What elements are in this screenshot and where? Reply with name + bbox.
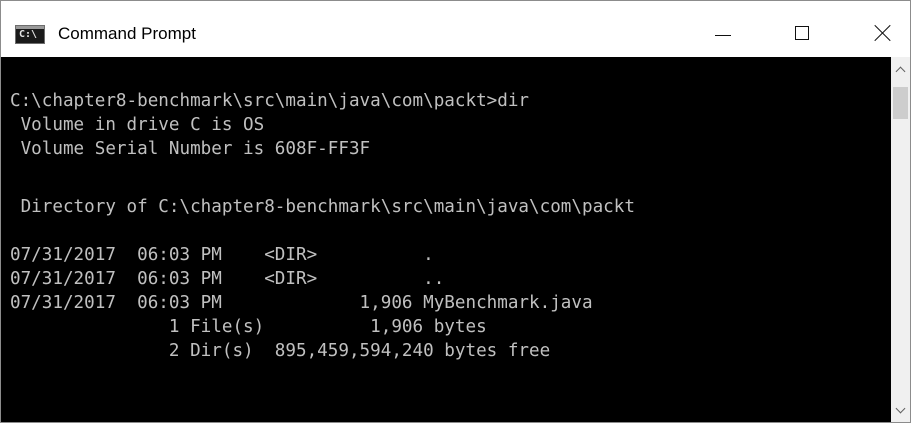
console-line: 2 Dir(s) 895,459,594,240 bytes free — [10, 341, 551, 361]
scroll-up-arrow-icon — [895, 66, 906, 76]
maximize-icon — [795, 26, 809, 40]
title-bar[interactable]: C:\ Command Prompt — [1, 1, 910, 57]
command-prompt-window: C:\ Command Prompt C:\chapter8-benchmark… — [0, 0, 911, 423]
console-line: Volume in drive C is OS — [10, 115, 265, 135]
console-line: 07/31/2017 06:03 PM <DIR> .. — [10, 269, 445, 289]
console-line: 07/31/2017 06:03 PM <DIR> . — [10, 245, 434, 265]
console-line: 07/31/2017 06:03 PM 1,906 MyBenchmark.ja… — [10, 293, 593, 313]
vertical-scrollbar[interactable] — [891, 57, 910, 422]
maximize-button[interactable] — [778, 13, 826, 53]
scroll-down-arrow-icon — [895, 403, 906, 413]
console-line: Volume Serial Number is 608F-FF3F — [10, 139, 371, 159]
console-app-icon[interactable]: C:\ — [15, 25, 45, 44]
icon-label: C:\ — [19, 29, 38, 40]
console-line: C:\chapter8-benchmark\src\main\java\com\… — [10, 91, 530, 111]
close-button[interactable] — [859, 13, 907, 53]
console-line: 1 File(s) 1,906 bytes — [10, 317, 487, 337]
close-icon — [874, 24, 892, 42]
scroll-thumb[interactable] — [893, 87, 908, 119]
console-line: Directory of C:\chapter8-benchmark\src\m… — [10, 197, 635, 217]
minimize-icon — [715, 34, 731, 36]
scroll-down-button[interactable] — [891, 400, 910, 420]
minimize-button[interactable] — [699, 13, 747, 53]
console-output[interactable]: C:\chapter8-benchmark\src\main\java\com\… — [1, 57, 891, 422]
scroll-up-button[interactable] — [891, 59, 910, 79]
window-title: Command Prompt — [58, 24, 196, 43]
